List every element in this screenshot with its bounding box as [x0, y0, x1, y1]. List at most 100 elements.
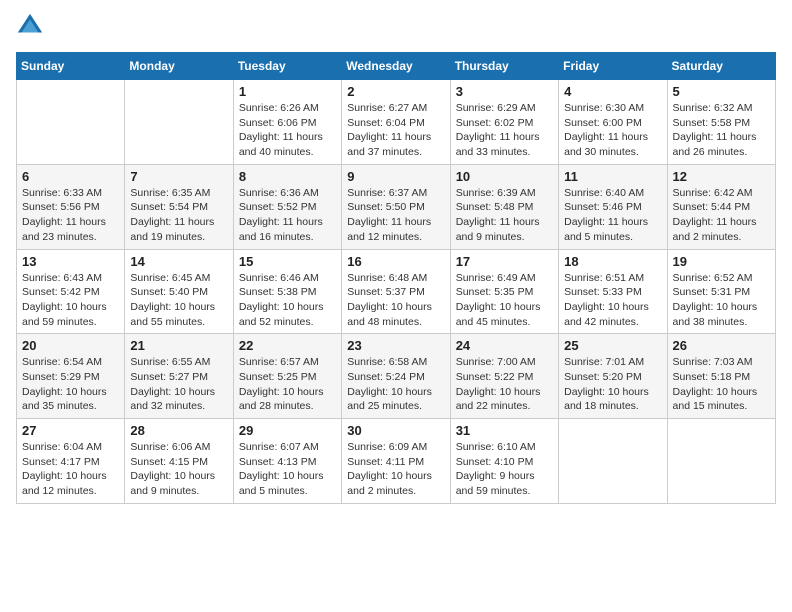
day-detail: Sunrise: 6:40 AMSunset: 5:46 PMDaylight:… — [564, 186, 661, 245]
week-row: 1 Sunrise: 6:26 AMSunset: 6:06 PMDaylight… — [17, 80, 776, 165]
day-detail: Sunrise: 7:00 AMSunset: 5:22 PMDaylight:… — [456, 355, 553, 414]
day-number: 24 — [456, 338, 553, 353]
calendar-cell: 24 Sunrise: 7:00 AMSunset: 5:22 PMDayligh… — [450, 334, 558, 419]
calendar-cell: 10Sunrise: 6:39 AMSunset: 5:48 PMDayligh… — [450, 164, 558, 249]
day-detail: Sunrise: 6:35 AMSunset: 5:54 PMDaylight:… — [130, 186, 227, 245]
calendar-cell: 28 Sunrise: 6:06 AMSunset: 4:15 PMDayligh… — [125, 419, 233, 504]
day-detail: Sunrise: 6:39 AMSunset: 5:48 PMDaylight:… — [456, 186, 553, 245]
day-detail: Sunrise: 6:36 AMSunset: 5:52 PMDaylight:… — [239, 186, 336, 245]
column-header-friday: Friday — [559, 53, 667, 80]
calendar-cell: 19 Sunrise: 6:52 AMSunset: 5:31 PMDayligh… — [667, 249, 775, 334]
week-row: 27 Sunrise: 6:04 AMSunset: 4:17 PMDayligh… — [17, 419, 776, 504]
day-number: 7 — [130, 169, 227, 184]
calendar-cell: 5 Sunrise: 6:32 AMSunset: 5:58 PMDaylight… — [667, 80, 775, 165]
day-number: 27 — [22, 423, 119, 438]
day-detail: Sunrise: 6:55 AMSunset: 5:27 PMDaylight:… — [130, 355, 227, 414]
day-number: 8 — [239, 169, 336, 184]
day-number: 3 — [456, 84, 553, 99]
page-header — [16, 16, 776, 40]
day-number: 6 — [22, 169, 119, 184]
day-detail: Sunrise: 6:06 AMSunset: 4:15 PMDaylight:… — [130, 440, 227, 499]
day-number: 12 — [673, 169, 770, 184]
day-number: 23 — [347, 338, 444, 353]
calendar-cell: 6 Sunrise: 6:33 AMSunset: 5:56 PMDaylight… — [17, 164, 125, 249]
calendar-cell — [667, 419, 775, 504]
day-number: 4 — [564, 84, 661, 99]
logo-icon — [16, 12, 44, 40]
calendar-cell: 31 Sunrise: 6:10 AMSunset: 4:10 PMDayligh… — [450, 419, 558, 504]
column-header-tuesday: Tuesday — [233, 53, 341, 80]
calendar-cell: 23 Sunrise: 6:58 AMSunset: 5:24 PMDayligh… — [342, 334, 450, 419]
day-number: 19 — [673, 254, 770, 269]
day-number: 28 — [130, 423, 227, 438]
calendar-cell: 11 Sunrise: 6:40 AMSunset: 5:46 PMDayligh… — [559, 164, 667, 249]
calendar-cell: 3 Sunrise: 6:29 AMSunset: 6:02 PMDaylight… — [450, 80, 558, 165]
calendar-cell: 22 Sunrise: 6:57 AMSunset: 5:25 PMDayligh… — [233, 334, 341, 419]
column-header-monday: Monday — [125, 53, 233, 80]
calendar-cell: 26 Sunrise: 7:03 AMSunset: 5:18 PMDayligh… — [667, 334, 775, 419]
day-number: 17 — [456, 254, 553, 269]
day-detail: Sunrise: 6:57 AMSunset: 5:25 PMDaylight:… — [239, 355, 336, 414]
calendar-cell: 13Sunrise: 6:43 AMSunset: 5:42 PMDayligh… — [17, 249, 125, 334]
day-detail: Sunrise: 6:04 AMSunset: 4:17 PMDaylight:… — [22, 440, 119, 499]
day-number: 15 — [239, 254, 336, 269]
calendar-cell: 30 Sunrise: 6:09 AMSunset: 4:11 PMDayligh… — [342, 419, 450, 504]
calendar-cell: 16 Sunrise: 6:48 AMSunset: 5:37 PMDayligh… — [342, 249, 450, 334]
day-number: 14 — [130, 254, 227, 269]
calendar-cell — [17, 80, 125, 165]
day-detail: Sunrise: 6:52 AMSunset: 5:31 PMDaylight:… — [673, 271, 770, 330]
day-number: 22 — [239, 338, 336, 353]
day-detail: Sunrise: 6:58 AMSunset: 5:24 PMDaylight:… — [347, 355, 444, 414]
day-detail: Sunrise: 6:29 AMSunset: 6:02 PMDaylight:… — [456, 101, 553, 160]
day-number: 26 — [673, 338, 770, 353]
day-number: 20 — [22, 338, 119, 353]
column-header-saturday: Saturday — [667, 53, 775, 80]
calendar-cell — [559, 419, 667, 504]
day-detail: Sunrise: 6:54 AMSunset: 5:29 PMDaylight:… — [22, 355, 119, 414]
calendar-cell: 21 Sunrise: 6:55 AMSunset: 5:27 PMDayligh… — [125, 334, 233, 419]
day-number: 5 — [673, 84, 770, 99]
column-header-wednesday: Wednesday — [342, 53, 450, 80]
day-detail: Sunrise: 6:45 AMSunset: 5:40 PMDaylight:… — [130, 271, 227, 330]
day-detail: Sunrise: 6:26 AMSunset: 6:06 PMDaylight:… — [239, 101, 336, 160]
day-detail: Sunrise: 6:37 AMSunset: 5:50 PMDaylight:… — [347, 186, 444, 245]
day-detail: Sunrise: 6:32 AMSunset: 5:58 PMDaylight:… — [673, 101, 770, 160]
calendar-cell: 2Sunrise: 6:27 AMSunset: 6:04 PMDaylight… — [342, 80, 450, 165]
week-row: 6 Sunrise: 6:33 AMSunset: 5:56 PMDaylight… — [17, 164, 776, 249]
logo — [16, 16, 48, 40]
day-detail: Sunrise: 6:10 AMSunset: 4:10 PMDaylight:… — [456, 440, 553, 499]
day-number: 11 — [564, 169, 661, 184]
day-detail: Sunrise: 6:49 AMSunset: 5:35 PMDaylight:… — [456, 271, 553, 330]
calendar-cell: 7 Sunrise: 6:35 AMSunset: 5:54 PMDaylight… — [125, 164, 233, 249]
calendar-cell: 9 Sunrise: 6:37 AMSunset: 5:50 PMDaylight… — [342, 164, 450, 249]
calendar-cell: 25 Sunrise: 7:01 AMSunset: 5:20 PMDayligh… — [559, 334, 667, 419]
calendar-cell: 4 Sunrise: 6:30 AMSunset: 6:00 PMDaylight… — [559, 80, 667, 165]
day-number: 31 — [456, 423, 553, 438]
day-number: 9 — [347, 169, 444, 184]
day-number: 13 — [22, 254, 119, 269]
calendar-cell — [125, 80, 233, 165]
calendar-cell: 20 Sunrise: 6:54 AMSunset: 5:29 PMDayligh… — [17, 334, 125, 419]
day-detail: Sunrise: 6:48 AMSunset: 5:37 PMDaylight:… — [347, 271, 444, 330]
day-number: 21 — [130, 338, 227, 353]
day-number: 30 — [347, 423, 444, 438]
day-number: 16 — [347, 254, 444, 269]
day-detail: Sunrise: 6:07 AMSunset: 4:13 PMDaylight:… — [239, 440, 336, 499]
day-detail: Sunrise: 7:01 AMSunset: 5:20 PMDaylight:… — [564, 355, 661, 414]
column-header-sunday: Sunday — [17, 53, 125, 80]
day-detail: Sunrise: 7:03 AMSunset: 5:18 PMDaylight:… — [673, 355, 770, 414]
day-detail: Sunrise: 6:42 AMSunset: 5:44 PMDaylight:… — [673, 186, 770, 245]
day-detail: Sunrise: 6:09 AMSunset: 4:11 PMDaylight:… — [347, 440, 444, 499]
calendar-cell: 15Sunrise: 6:46 AMSunset: 5:38 PMDayligh… — [233, 249, 341, 334]
calendar-cell: 29Sunrise: 6:07 AMSunset: 4:13 PMDayligh… — [233, 419, 341, 504]
day-number: 18 — [564, 254, 661, 269]
calendar-table: SundayMondayTuesdayWednesdayThursdayFrid… — [16, 52, 776, 504]
day-detail: Sunrise: 6:33 AMSunset: 5:56 PMDaylight:… — [22, 186, 119, 245]
day-number: 25 — [564, 338, 661, 353]
day-number: 1 — [239, 84, 336, 99]
column-header-thursday: Thursday — [450, 53, 558, 80]
calendar-cell: 27 Sunrise: 6:04 AMSunset: 4:17 PMDayligh… — [17, 419, 125, 504]
week-row: 13Sunrise: 6:43 AMSunset: 5:42 PMDayligh… — [17, 249, 776, 334]
day-number: 2 — [347, 84, 444, 99]
day-detail: Sunrise: 6:30 AMSunset: 6:00 PMDaylight:… — [564, 101, 661, 160]
